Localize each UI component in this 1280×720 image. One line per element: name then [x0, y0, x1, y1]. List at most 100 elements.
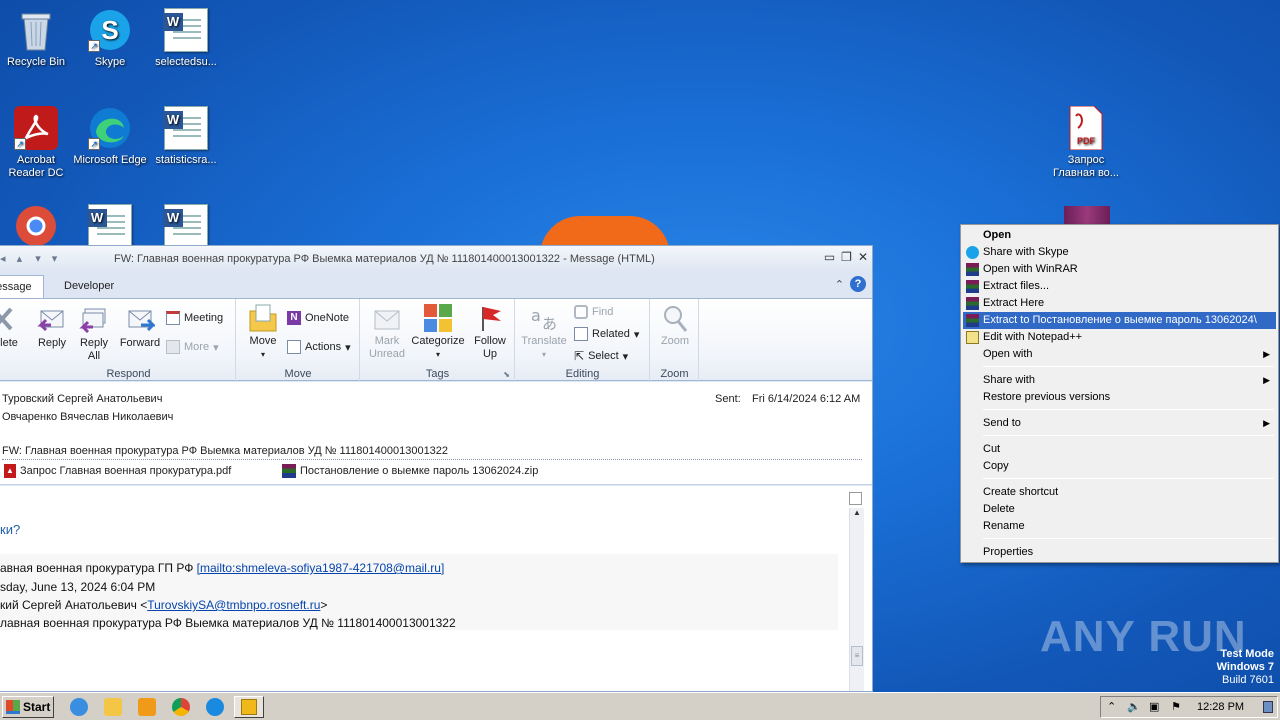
desktop-icon-label: Skype	[94, 56, 126, 68]
minimize-ribbon-icon[interactable]: ⌃	[835, 278, 844, 291]
edge-icon[interactable]	[206, 698, 224, 716]
menu-item-open[interactable]: Open	[963, 227, 1276, 244]
mark-unread-button[interactable]: Mark Unread	[363, 303, 411, 361]
shortcut-arrow-icon: ↗	[88, 40, 100, 52]
desktop-icon-recycle-bin[interactable]: Recycle Bin	[0, 8, 74, 69]
delete-button[interactable]: Delete	[0, 305, 22, 350]
desktop-icon-selectedsu[interactable]: W selectedsu...	[148, 8, 224, 69]
menu-item-create-shortcut[interactable]: Create shortcut	[963, 484, 1276, 501]
vertical-scrollbar[interactable]: ▲ ≡	[849, 508, 864, 691]
menu-item-send-to[interactable]: Send to ▶	[963, 415, 1276, 432]
menu-item-cut[interactable]: Cut	[963, 441, 1276, 458]
context-menu: Open Share with Skype Open with WinRAR E…	[960, 224, 1279, 563]
start-button[interactable]: Start	[2, 696, 54, 718]
find-button[interactable]: Find	[574, 305, 613, 319]
system-tray: ⌃ 🔈 ▣ ⚑ 12:28 PM	[1100, 696, 1278, 718]
mailto-link[interactable]: [mailto:shmeleva-sofiya1987-421708@mail.…	[197, 561, 445, 575]
restore-icon[interactable]: ❐	[841, 250, 852, 264]
menu-item-extract-here[interactable]: Extract Here	[963, 295, 1276, 312]
close-icon[interactable]: ✕	[858, 250, 868, 264]
menu-item-rename[interactable]: Rename	[963, 518, 1276, 535]
arrow-left-icon[interactable]: ◂	[0, 253, 6, 265]
help-icon[interactable]: ?	[850, 276, 866, 292]
onenote-button[interactable]: N OneNote	[287, 311, 349, 325]
media-player-icon[interactable]	[138, 698, 156, 716]
menu-separator	[983, 435, 1274, 436]
related-button[interactable]: Related ▾	[574, 327, 639, 341]
quick-access-toolbar[interactable]: ◂ ▴ ▾ ▾	[0, 252, 57, 265]
zoom-button[interactable]: Zoom	[653, 303, 697, 348]
meeting-button[interactable]: Meeting	[166, 311, 223, 325]
arrow-up-icon[interactable]: ▴	[17, 253, 23, 265]
winrar-icon	[966, 314, 979, 327]
scroll-thumb[interactable]: ≡	[851, 646, 863, 666]
minimize-icon[interactable]: ▭	[824, 250, 835, 264]
menu-item-restore-previous-versions[interactable]: Restore previous versions	[963, 389, 1276, 406]
arrow-down-icon[interactable]: ▾	[35, 253, 41, 265]
calendar-icon	[166, 311, 180, 325]
actions-button[interactable]: Actions ▾	[287, 340, 351, 354]
outlook-taskbar-button[interactable]	[234, 696, 264, 718]
desktop-icon-label: Recycle Bin	[6, 56, 66, 68]
categorize-button[interactable]: Categorize ▾	[409, 303, 467, 361]
menu-item-edit-with-notepadpp[interactable]: Edit with Notepad++	[963, 329, 1276, 346]
pdf-icon: PDF	[1064, 105, 1108, 151]
ie-icon[interactable]	[70, 698, 88, 716]
volume-icon[interactable]: 🔈	[1127, 700, 1141, 713]
scroll-up-arrow-icon[interactable]: ▲	[850, 508, 864, 517]
group-label-move: Move	[284, 368, 312, 380]
reply-all-button[interactable]: Reply All	[72, 305, 116, 363]
menu-item-share-with-skype[interactable]: Share with Skype	[963, 244, 1276, 261]
svg-text:あ: あ	[542, 315, 557, 333]
word-doc-icon: W	[163, 8, 208, 52]
attachment-pdf[interactable]: ▲ Запрос Главная военная прокуратура.pdf	[4, 464, 231, 478]
winrar-icon	[966, 263, 979, 276]
quoted-sent: sday, June 13, 2024 6:04 PM	[0, 580, 156, 594]
desktop-icon-pdf-zapros[interactable]: PDF Запрос Главная во...	[1048, 105, 1124, 180]
follow-up-button[interactable]: Follow Up	[467, 303, 513, 361]
submenu-arrow-icon: ▶	[1263, 418, 1270, 428]
menu-separator	[983, 478, 1274, 479]
desktop-icon-edge[interactable]: ↗ Microsoft Edge	[72, 106, 148, 167]
menu-item-share-with[interactable]: Share with ▶	[963, 372, 1276, 389]
svg-text:PDF: PDF	[1077, 136, 1096, 146]
tab-message[interactable]: Message	[0, 275, 44, 298]
desktop-icon-statisticsra[interactable]: W statisticsra...	[148, 106, 224, 167]
network-icon[interactable]: ▣	[1149, 700, 1159, 713]
desktop-icon-acrobat[interactable]: ↗ Acrobat Reader DC	[0, 106, 74, 180]
group-label-tags: Tags	[425, 368, 450, 380]
winrar-file-icon-partial[interactable]	[1064, 206, 1110, 224]
menu-item-open-with[interactable]: Open with ▶	[963, 346, 1276, 363]
show-desktop-icon[interactable]	[1263, 701, 1273, 713]
desktop-icon-skype[interactable]: S ↗ Skype	[72, 8, 148, 69]
menu-item-copy[interactable]: Copy	[963, 458, 1276, 475]
message-body: ки? авная военная прокуратура ГП РФ [mai…	[0, 486, 872, 691]
clock[interactable]: 12:28 PM	[1197, 701, 1244, 713]
flag-icon[interactable]: ⚑	[1171, 700, 1181, 713]
menu-item-delete[interactable]: Delete	[963, 501, 1276, 518]
menu-item-open-with-winrar[interactable]: Open with WinRAR	[963, 261, 1276, 278]
more-button[interactable]: More ▾	[166, 340, 219, 354]
acrobat-icon: ↗	[14, 106, 58, 150]
menu-item-extract-to-folder[interactable]: Extract to Постановление о выемке пароль…	[963, 312, 1276, 329]
customize-qat-icon[interactable]: ▾	[52, 253, 58, 265]
email-link[interactable]: TurovskiySA@tmbnpo.rosneft.ru	[147, 598, 320, 612]
move-button[interactable]: Move ▾	[241, 303, 285, 361]
translate-button[interactable]: aあ Translate ▾	[518, 303, 570, 361]
reply-button[interactable]: Reply	[30, 305, 74, 350]
menu-item-properties[interactable]: Properties	[963, 544, 1276, 561]
ribbon: Delete Reply Reply All Forward	[0, 298, 872, 382]
chrome-icon	[14, 204, 58, 248]
tray-expand-icon[interactable]: ⌃	[1107, 700, 1116, 713]
explorer-icon[interactable]	[104, 698, 122, 716]
menu-item-extract-files[interactable]: Extract files...	[963, 278, 1276, 295]
chrome-icon[interactable]	[172, 698, 190, 716]
windows-logo-icon	[6, 700, 20, 714]
attachment-zip[interactable]: Постановление о выемке пароль 13062024.z…	[282, 464, 538, 478]
select-button[interactable]: ⇱ Select ▾	[574, 349, 628, 363]
word-doc-icon: W	[87, 204, 132, 248]
chevron-down-icon: ▾	[213, 341, 219, 354]
tab-developer[interactable]: Developer	[56, 275, 122, 298]
forward-button[interactable]: Forward	[116, 305, 164, 350]
smart-tag-icon[interactable]	[849, 492, 862, 505]
